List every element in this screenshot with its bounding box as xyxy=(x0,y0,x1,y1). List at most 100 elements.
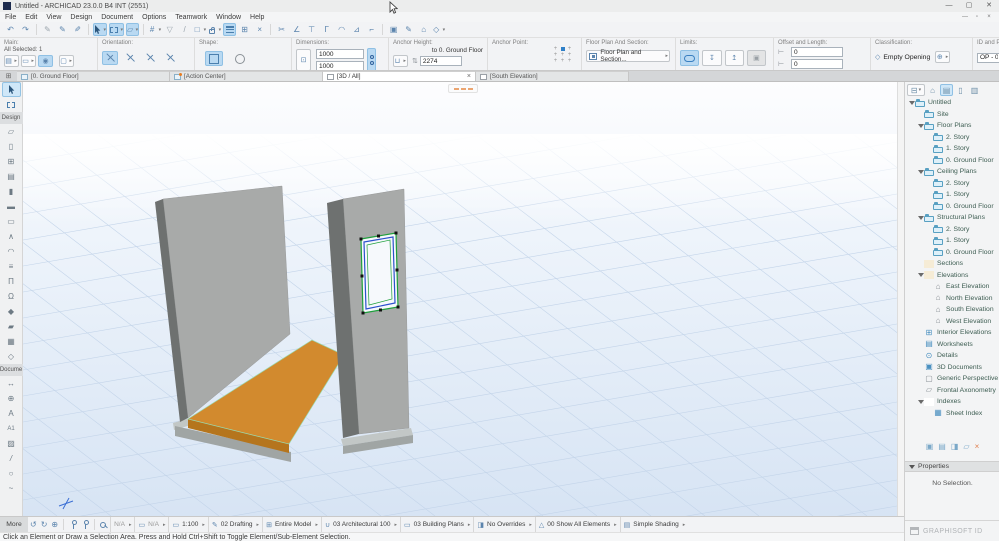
lamp-tool[interactable]: Ω xyxy=(2,289,21,304)
tab-3d-all[interactable]: [3D / All] × xyxy=(323,71,476,81)
project-map-button[interactable]: ⌂ xyxy=(926,84,939,96)
orientation-vertical-button[interactable] xyxy=(122,51,138,65)
clone-folder-button[interactable]: ▣ xyxy=(926,442,934,451)
resize-button[interactable]: ⊿ xyxy=(350,23,363,36)
tree-item-2-story[interactable]: 2. Story xyxy=(905,132,999,144)
delete-button[interactable]: × xyxy=(975,442,980,451)
fillet-button[interactable]: ◠ xyxy=(335,23,348,36)
solid-operations-button[interactable]: ▣ xyxy=(387,23,400,36)
pen-set-segment[interactable]: ✎02 Drafting▸ xyxy=(208,517,262,533)
select-arrow-tool[interactable] xyxy=(2,82,21,97)
tree-item-untitled[interactable]: Untitled xyxy=(905,97,999,109)
favorites-button[interactable]: ▭ xyxy=(21,55,36,67)
save-view-button[interactable]: ◨ xyxy=(951,442,959,451)
view-settings-button[interactable]: ▤ xyxy=(938,442,946,451)
slab-tool[interactable]: ▭ xyxy=(2,214,21,229)
classification-dropdown[interactable]: ⊕ xyxy=(935,51,950,63)
segment-dropdown-arrow[interactable]: ▸ xyxy=(129,522,132,528)
zoom-button[interactable] xyxy=(100,522,106,528)
menu-edit[interactable]: Edit xyxy=(25,14,37,21)
inject-parameters-button[interactable]: ✎ xyxy=(71,23,84,36)
zoom-extents-button[interactable]: ⊕ xyxy=(51,520,58,529)
tree-item-worksheets[interactable]: ▤Worksheets xyxy=(905,339,999,351)
stretch-button[interactable]: ⌐ xyxy=(365,23,378,36)
minimize-button[interactable]: — xyxy=(939,0,959,12)
3d-cutaway-button[interactable]: ◇ xyxy=(432,23,445,36)
tree-item-floor-plans[interactable]: Floor Plans xyxy=(905,120,999,132)
undo-button[interactable]: ↶ xyxy=(4,23,17,36)
walk-mode-button[interactable] xyxy=(70,520,76,529)
schedule-button[interactable]: ⊞ xyxy=(238,23,251,36)
dimension-tool[interactable]: ↔ xyxy=(2,376,21,391)
dimension-style-segment[interactable]: ▭03 Building Plans▸ xyxy=(400,517,473,533)
menu-help[interactable]: Help xyxy=(250,14,264,21)
tree-item-2-story[interactable]: 2. Story xyxy=(905,224,999,236)
tab-close-icon[interactable]: × xyxy=(467,73,471,80)
spinner-icon[interactable]: ⇅ xyxy=(412,57,418,65)
graphic-override-segment[interactable]: ◨No Overrides▸ xyxy=(473,517,534,533)
level-dimension-tool[interactable]: ⊕ xyxy=(2,391,21,406)
properties-header[interactable]: Properties xyxy=(905,461,999,472)
segment-dropdown-arrow[interactable]: ▸ xyxy=(468,522,471,528)
length-field[interactable] xyxy=(791,59,843,69)
orientation-horizontal-button[interactable] xyxy=(102,51,118,65)
shape-rectangle-button[interactable] xyxy=(205,51,223,66)
label-tool[interactable]: A1 xyxy=(2,421,21,436)
menu-options[interactable]: Options xyxy=(142,14,166,21)
mdi-minimize-button[interactable]: — xyxy=(959,14,971,20)
tree-item-structural-plans[interactable]: Structural Plans xyxy=(905,212,999,224)
tree-item-0-ground-floor[interactable]: 0. Ground Floor xyxy=(905,247,999,259)
anchor-height-mode-button[interactable]: ⊔ xyxy=(393,55,408,67)
person-view-button[interactable] xyxy=(82,520,88,529)
tree-item-elevations[interactable]: Elevations xyxy=(905,270,999,282)
menu-document[interactable]: Document xyxy=(101,14,133,21)
element-type-dropdown[interactable]: ▢ xyxy=(59,55,74,67)
redo-button[interactable]: ↷ xyxy=(19,23,32,36)
limit-custom-button[interactable]: ▣ xyxy=(747,50,766,66)
tree-item-south-elevation[interactable]: ⌂South Elevation xyxy=(905,304,999,316)
graphisoft-id-bar[interactable]: GRAPHISOFT ID xyxy=(905,520,999,541)
column-tool[interactable]: ▮ xyxy=(2,184,21,199)
mdi-restore-button[interactable]: ▫ xyxy=(971,14,983,20)
layer-combination-segment[interactable]: ∪03 Architectural 100▸ xyxy=(321,517,400,533)
tree-item-west-elevation[interactable]: ⌂West Elevation xyxy=(905,316,999,328)
guide-lines-button[interactable]: / xyxy=(178,23,191,36)
marquee-tool-button[interactable] xyxy=(109,23,124,36)
object-tool[interactable]: ◆ xyxy=(2,304,21,319)
tree-item-ceiling-plans[interactable]: Ceiling Plans xyxy=(905,166,999,178)
opening-tool-button[interactable]: ◉ xyxy=(38,55,53,67)
orientation-custom-button[interactable] xyxy=(162,51,178,65)
wall-tool[interactable]: ▱ xyxy=(2,124,21,139)
anchor-point-grid[interactable]: ++ +++ +++ xyxy=(552,46,573,64)
door-tool[interactable]: ▯ xyxy=(2,139,21,154)
menu-design[interactable]: Design xyxy=(70,14,92,21)
tree-item-sections[interactable]: Sections xyxy=(905,258,999,270)
tree-item-1-story[interactable]: 1. Story xyxy=(905,143,999,155)
scale-segment[interactable]: ▭1:100▸ xyxy=(168,517,207,533)
mdi-close-button[interactable]: × xyxy=(983,14,995,20)
home-story-button[interactable]: ⌂ xyxy=(417,23,430,36)
tree-item-east-elevation[interactable]: ⌂East Elevation xyxy=(905,281,999,293)
segment-dropdown-arrow[interactable]: ▸ xyxy=(529,522,532,528)
grid-snap-button[interactable]: # xyxy=(148,23,161,36)
morph-edit-button[interactable]: ✎ xyxy=(402,23,415,36)
segment-dropdown-arrow[interactable]: ▸ xyxy=(614,522,617,528)
snap-guides-button[interactable]: □ xyxy=(193,23,206,36)
railing-tool[interactable]: Π xyxy=(2,274,21,289)
line-tool[interactable]: / xyxy=(2,451,21,466)
segment-dropdown-arrow[interactable]: ▸ xyxy=(257,522,260,528)
mesh-tool[interactable]: ▦ xyxy=(2,334,21,349)
tree-item-sheet-index[interactable]: ▦Sheet Index xyxy=(905,408,999,420)
3d-viewport[interactable] xyxy=(23,82,897,516)
limit-finite-button[interactable] xyxy=(680,50,699,66)
adjust-button[interactable]: ∠ xyxy=(290,23,303,36)
gravity-button[interactable]: ▽ xyxy=(163,23,176,36)
zone-tool[interactable]: ▰ xyxy=(2,319,21,334)
tree-item-0-ground-floor[interactable]: 0. Ground Floor xyxy=(905,201,999,213)
floorplan-display-dropdown[interactable]: Floor Plan and Section... xyxy=(586,50,670,62)
fit-selection-button[interactable]: × xyxy=(253,23,266,36)
tree-item-site[interactable]: Site xyxy=(905,109,999,121)
link-dimensions-toggle[interactable] xyxy=(367,48,376,70)
menu-file[interactable]: File xyxy=(5,14,16,21)
pickup-parameters-button[interactable]: ✎ xyxy=(56,23,69,36)
